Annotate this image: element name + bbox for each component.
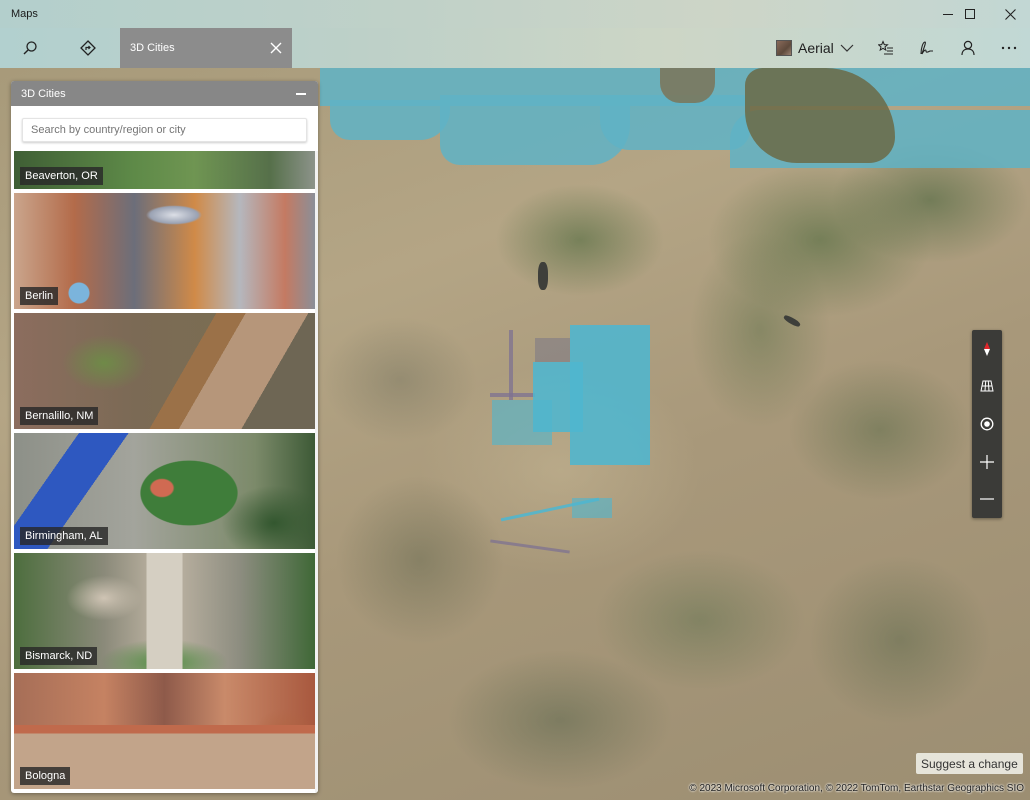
road xyxy=(490,539,570,554)
city-caption: Bismarck, ND xyxy=(20,647,98,665)
water-area xyxy=(600,95,750,150)
search-button[interactable] xyxy=(2,28,58,68)
ink-pen-icon xyxy=(920,41,933,55)
city-card-beaverton[interactable]: Beaverton, OR xyxy=(14,151,315,189)
more-ellipsis-icon xyxy=(1001,46,1017,50)
aerial-thumbnail-icon xyxy=(776,40,792,56)
road xyxy=(509,330,513,400)
urban-area xyxy=(535,338,570,362)
map-style-dropdown[interactable]: Aerial xyxy=(776,28,854,68)
more-button[interactable] xyxy=(981,28,1030,68)
city-caption: Beaverton, OR xyxy=(20,167,103,185)
city-card-berlin[interactable]: Berlin xyxy=(14,193,315,309)
city-caption: Berlin xyxy=(20,287,59,305)
city-card-bernalillo[interactable]: Bernalillo, NM xyxy=(14,313,315,429)
city-card-birmingham[interactable]: Birmingham, AL xyxy=(14,433,315,549)
city-search-input[interactable] xyxy=(22,118,307,142)
3d-cities-panel: 3D Cities Beaverton, OR Berlin Bernalill… xyxy=(11,81,318,793)
title-bar: Maps xyxy=(0,0,1030,28)
compass-icon xyxy=(984,341,990,356)
my-location-button[interactable] xyxy=(972,405,1002,443)
city-card-bologna[interactable]: Bologna xyxy=(14,673,315,789)
city-list-scrollbar[interactable] xyxy=(315,151,318,793)
plus-icon xyxy=(980,454,994,469)
map-style-label: Aerial xyxy=(798,40,834,56)
compass-button[interactable] xyxy=(972,330,1002,368)
city-caption: Birmingham, AL xyxy=(20,527,108,545)
map-controls xyxy=(972,330,1002,518)
tab-3d-cities[interactable]: 3D Cities xyxy=(120,28,292,68)
copyright-text: © 2023 Microsoft Corporation, © 2022 Tom… xyxy=(689,783,1024,794)
directions-button[interactable] xyxy=(60,28,116,68)
directions-icon xyxy=(80,40,96,56)
city-caption: Bernalillo, NM xyxy=(20,407,99,425)
favorites-list-icon xyxy=(878,40,893,55)
toolbar: 3D Cities Aerial xyxy=(0,28,1030,68)
maximize-icon xyxy=(965,9,975,19)
panel-header: 3D Cities xyxy=(11,81,318,106)
app-title: Maps xyxy=(11,8,38,20)
water-area xyxy=(330,100,450,140)
search-icon xyxy=(23,41,37,55)
panel-title: 3D Cities xyxy=(21,87,66,100)
close-tab-button[interactable] xyxy=(264,36,288,60)
lake xyxy=(782,313,802,329)
road xyxy=(490,393,535,397)
city-image xyxy=(14,193,315,309)
my-location-icon xyxy=(980,417,994,431)
city-highlight xyxy=(492,400,552,445)
tilt-grid-icon xyxy=(980,380,994,392)
zoom-in-button[interactable] xyxy=(972,443,1002,481)
tilt-button[interactable] xyxy=(972,368,1002,406)
close-window-button[interactable] xyxy=(987,0,1030,28)
close-icon xyxy=(1004,8,1016,20)
minus-icon xyxy=(980,498,994,500)
panel-minimize-button[interactable] xyxy=(294,87,308,101)
land-area xyxy=(660,68,715,103)
suggest-change-button[interactable]: Suggest a change xyxy=(916,753,1023,774)
tab-label: 3D Cities xyxy=(130,42,175,54)
lake xyxy=(538,262,548,290)
city-list: Beaverton, OR Berlin Bernalillo, NM Birm… xyxy=(14,151,315,793)
person-icon xyxy=(961,40,975,56)
close-icon xyxy=(270,42,282,54)
city-card-bismarck[interactable]: Bismarck, ND xyxy=(14,553,315,669)
chevron-down-icon xyxy=(840,44,854,52)
city-caption: Bologna xyxy=(20,767,71,785)
minimize-icon xyxy=(296,92,306,95)
zoom-out-button[interactable] xyxy=(972,480,1002,518)
